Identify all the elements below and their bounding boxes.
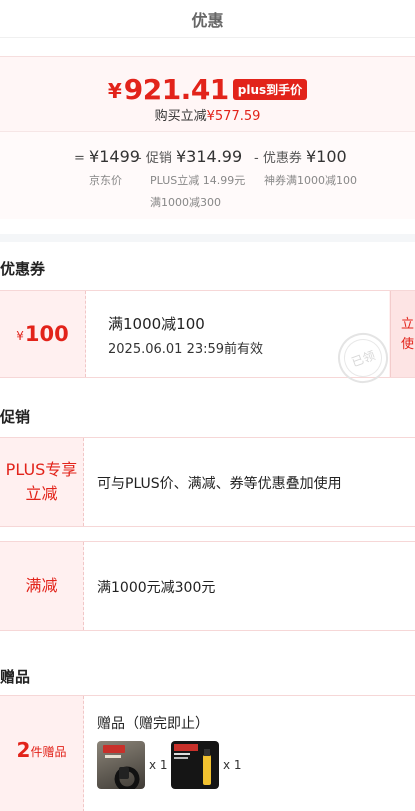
currency-symbol: ¥ — [107, 79, 122, 103]
gift-count-unit: 件赠品 — [30, 745, 67, 759]
lock-icon — [103, 745, 140, 789]
breakdown-sub: PLUS立减 14.99元 — [150, 174, 246, 187]
gift-section-title: 赠品 — [0, 668, 31, 686]
gift-quantity: x 1 — [223, 758, 242, 772]
gift-item[interactable]: x 1 — [97, 741, 168, 789]
save-amount: ¥577.59 — [206, 109, 261, 124]
page-header: 优惠 — [0, 0, 415, 38]
save-row: 购买立减¥577.59 — [0, 105, 415, 124]
promo-body: 可与PLUS价、满减、券等优惠叠加使用 — [84, 438, 415, 526]
breakdown-op: - — [254, 151, 259, 166]
coupon-condition: 满1000减100 — [108, 315, 205, 333]
breakdown-amount: ¥314.99 — [176, 147, 243, 166]
gift-lock-image[interactable] — [97, 741, 145, 789]
promo-row-plus[interactable]: PLUS专享立减 可与PLUS价、满减、券等优惠叠加使用 — [0, 437, 415, 527]
price-summary: ¥ 921.41 plus到手价 购买立减¥577.59 = ¥1499 京东价… — [0, 56, 415, 219]
pump-icon — [174, 744, 211, 785]
breakdown-amount: ¥1499 — [89, 147, 140, 166]
breakdown-promo: - 促销 ¥314.99 — [137, 147, 242, 166]
gift-count: 2 件赠品 — [0, 696, 83, 804]
breakdown-label: 优惠券 — [262, 151, 302, 166]
breakdown-jd-price: = ¥1499 — [74, 147, 140, 166]
promo-text: 满1000元减300元 — [97, 580, 216, 596]
section-gap — [0, 234, 415, 242]
save-label: 购买立减 — [154, 109, 207, 124]
breakdown-op: - — [137, 151, 142, 166]
final-price-row: ¥ 921.41 plus到手价 — [0, 73, 415, 106]
breakdown-amount: ¥100 — [306, 147, 347, 166]
gift-body: 赠品（赠完即止） x 1 x 1 — [84, 696, 415, 811]
breakdown-label: 促销 — [145, 151, 172, 166]
breakdown-op: = — [74, 151, 85, 166]
promo-tag: 满减 — [0, 542, 83, 630]
coupon-value: ¥ 100 — [0, 291, 85, 377]
coupon-section-title: 优惠券 — [0, 260, 46, 278]
gift-row: 2 件赠品 赠品（赠完即止） x 1 x 1 — [0, 695, 415, 811]
coupon-expiry: 2025.06.01 23:59前有效 — [108, 342, 264, 357]
gift-item[interactable]: x 1 — [171, 741, 242, 789]
breakdown-extra: 满1000减300 — [150, 196, 221, 209]
gift-pump-image[interactable] — [171, 741, 219, 789]
promo-section-title: 促销 — [0, 408, 31, 426]
gift-label: 赠品（赠完即止） — [97, 716, 209, 732]
breakdown-sub: 神券满1000减100 — [264, 174, 357, 187]
coupon-currency: ¥ — [16, 329, 24, 343]
promo-tag-label: PLUS专享立减 — [5, 460, 78, 503]
page-title: 优惠 — [191, 10, 224, 30]
promo-tag-label: 满减 — [25, 576, 58, 595]
use-coupon-button[interactable]: 立使 — [390, 291, 415, 377]
plus-price-badge: plus到手价 — [232, 79, 308, 100]
promo-tag: PLUS专享立减 — [0, 438, 83, 526]
stamp-label: 已领 — [349, 347, 377, 370]
promo-body: 满1000元减300元 — [84, 542, 415, 630]
price-breakdown: = ¥1499 京东价 - 促销 ¥314.99 PLUS立减 14.99元 满… — [0, 131, 415, 219]
promo-text: 可与PLUS价、满减、券等优惠叠加使用 — [97, 476, 342, 492]
coupon-amount: 100 — [24, 322, 69, 346]
breakdown-coupon: - 优惠券 ¥100 — [254, 147, 347, 166]
coupon-card[interactable]: ¥ 100 满1000减100 2025.06.01 23:59前有效 已领 立… — [0, 290, 415, 391]
gift-count-number: 2 — [16, 738, 31, 762]
promo-row-discount[interactable]: 满减 满1000元减300元 — [0, 541, 415, 631]
claimed-stamp-icon: 已领 — [330, 325, 396, 391]
final-price: 921.41 — [123, 73, 230, 106]
gift-quantity: x 1 — [149, 758, 168, 772]
breakdown-sub: 京东价 — [89, 174, 122, 187]
coupon-body: 满1000减100 2025.06.01 23:59前有效 已领 — [86, 291, 396, 391]
